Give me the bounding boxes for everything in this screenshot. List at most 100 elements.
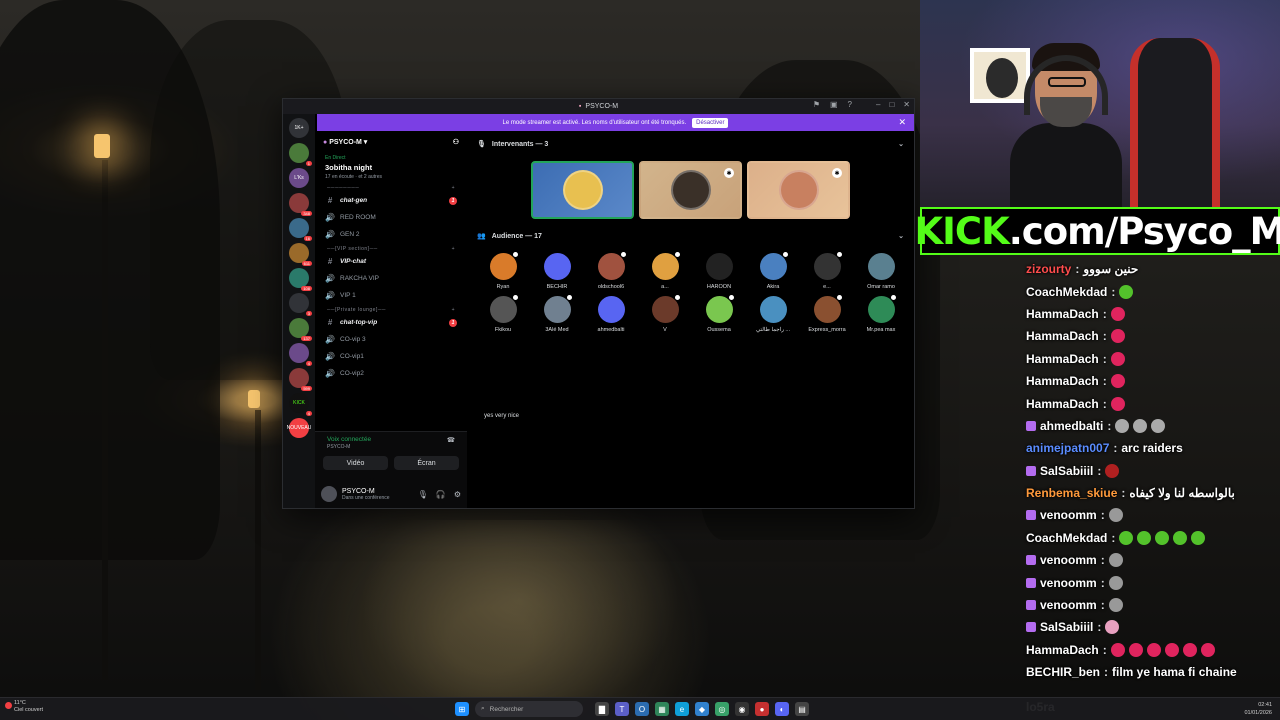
- disconnect-icon[interactable]: ☎: [447, 436, 455, 444]
- chat-username[interactable]: Renbema_skiue: [1026, 486, 1117, 500]
- chat-username[interactable]: venoomm: [1040, 576, 1097, 590]
- server-icon[interactable]: NOUVEAU: [287, 418, 311, 438]
- mic-icon[interactable]: 🎙: [418, 490, 428, 499]
- close-icon[interactable]: ✕: [903, 100, 910, 109]
- chevron-down-icon[interactable]: ⌄: [898, 140, 904, 148]
- chat-username[interactable]: HammaDach: [1026, 329, 1099, 343]
- taskbar-search[interactable]: ⌕ Rechercher: [475, 701, 583, 717]
- event-title[interactable]: 3obitha night: [315, 163, 467, 172]
- file-explorer-icon[interactable]: ▇: [595, 702, 609, 716]
- guild-header[interactable]: ● PSYCO-M ▾ ⚇: [315, 131, 467, 153]
- server-icon[interactable]: 108: [289, 268, 312, 291]
- audience-member[interactable]: HAROON: [692, 253, 746, 290]
- maximize-icon[interactable]: □: [889, 100, 894, 109]
- discord-icon[interactable]: ◐: [775, 702, 789, 716]
- audience-member[interactable]: 3Alé Med: [530, 294, 584, 333]
- chat-username[interactable]: CoachMekdad: [1026, 531, 1107, 545]
- audience-member[interactable]: V: [638, 294, 692, 333]
- speaker-tile[interactable]: [531, 161, 634, 219]
- chat-username[interactable]: HammaDach: [1026, 397, 1099, 411]
- audience-member[interactable]: e...: [800, 251, 854, 290]
- chat-username[interactable]: SalSabiiil: [1040, 464, 1093, 478]
- audience-member[interactable]: ahmedbalti: [584, 296, 638, 333]
- audience-member[interactable]: Akira: [746, 251, 800, 290]
- channel-item[interactable]: # chat-top-vip 1: [315, 314, 467, 331]
- chat-username[interactable]: HammaDach: [1026, 643, 1099, 657]
- inbox-icon[interactable]: ▣: [830, 100, 838, 109]
- chat-username[interactable]: venoomm: [1040, 553, 1097, 567]
- speaker-tile[interactable]: ✱: [747, 161, 850, 219]
- audience-member[interactable]: Fkikou: [476, 294, 530, 333]
- chat-username[interactable]: zizourty: [1026, 262, 1071, 276]
- server-icon[interactable]: 137: [289, 318, 312, 341]
- server-icon[interactable]: KICK 4: [289, 393, 312, 416]
- weather-widget[interactable]: 11°C Ciel couvert: [5, 700, 43, 714]
- disable-streamer-mode-button[interactable]: Désactiver: [692, 117, 729, 128]
- add-channel-icon[interactable]: +: [452, 185, 455, 191]
- screen-share-button[interactable]: Écran: [394, 456, 459, 470]
- chrome-icon[interactable]: ◎: [715, 702, 729, 716]
- audience-member[interactable]: a...: [638, 251, 692, 290]
- server-icon[interactable]: 4: [289, 343, 312, 366]
- app-icon-grey[interactable]: ▤: [795, 702, 809, 716]
- channel-item[interactable]: 🔊 CO-vip 3: [315, 331, 467, 348]
- chat-username[interactable]: CoachMekdad: [1026, 285, 1107, 299]
- chat-username[interactable]: venoomm: [1040, 598, 1097, 612]
- server-icon[interactable]: 599: [289, 368, 312, 391]
- outlook-icon[interactable]: O: [635, 702, 649, 716]
- add-channel-icon[interactable]: +: [452, 246, 455, 252]
- avatar[interactable]: [321, 486, 337, 502]
- app-icon-red[interactable]: ●: [755, 702, 769, 716]
- channel-item[interactable]: 🔊 VIP 1: [315, 287, 467, 304]
- channel-item[interactable]: 🔊 GEN 2: [315, 226, 467, 243]
- settings-gear-icon[interactable]: ⚙: [454, 490, 461, 499]
- banner-close-icon[interactable]: ✕: [898, 117, 906, 128]
- obs-icon[interactable]: ◉: [735, 702, 749, 716]
- audience-member[interactable]: Express_morra: [800, 294, 854, 333]
- audience-member[interactable]: Oussema: [692, 294, 746, 333]
- minimize-icon[interactable]: –: [876, 100, 880, 109]
- audience-member[interactable]: BECHIR: [530, 253, 584, 290]
- video-button[interactable]: Vidéo: [323, 456, 388, 470]
- add-member-icon[interactable]: ⚇: [453, 138, 459, 146]
- chat-username[interactable]: ahmedbalti: [1040, 419, 1103, 433]
- store-icon[interactable]: ▦: [655, 702, 669, 716]
- channel-item[interactable]: # chat-gen 1: [315, 192, 467, 209]
- server-icon[interactable]: 3: [289, 293, 312, 316]
- app-icon-blue[interactable]: ◆: [695, 702, 709, 716]
- chat-username[interactable]: BECHIR_ben: [1026, 665, 1100, 679]
- speakers-header[interactable]: 🎙 Intervenants — 3 ⌄: [467, 137, 914, 151]
- audience-member[interactable]: راجما طالتي ...: [746, 296, 800, 333]
- audience-member[interactable]: Omar ramo: [854, 253, 908, 290]
- channel-item[interactable]: # VIP-chat: [315, 253, 467, 270]
- server-icon[interactable]: 348: [289, 193, 312, 216]
- audience-member[interactable]: Ryan: [476, 251, 530, 290]
- channel-item[interactable]: 🔊 CO-vip1: [315, 348, 467, 365]
- chevron-down-icon[interactable]: ⌄: [898, 232, 904, 240]
- help-icon[interactable]: ?: [848, 100, 852, 109]
- server-icon[interactable]: 1K+: [289, 118, 309, 138]
- channel-item[interactable]: 🔊 CO-vip2: [315, 365, 467, 382]
- chat-username[interactable]: HammaDach: [1026, 352, 1099, 366]
- chat-username[interactable]: venoomm: [1040, 508, 1097, 522]
- channel-category[interactable]: ──────── +: [315, 182, 467, 192]
- server-icon[interactable]: L'Ks: [289, 168, 309, 188]
- channel-category[interactable]: ──[Private lounge]── +: [315, 304, 467, 314]
- chat-username[interactable]: SalSabiiil: [1040, 620, 1093, 634]
- channel-item[interactable]: 🔊 RAKCHA VIP: [315, 270, 467, 287]
- edge-icon[interactable]: e: [675, 702, 689, 716]
- teams-icon[interactable]: T: [615, 702, 629, 716]
- audience-header[interactable]: 👥 Audience — 17 ⌄: [467, 229, 914, 243]
- audience-member[interactable]: Mr.pea max: [854, 294, 908, 333]
- speaker-tile[interactable]: ✱: [639, 161, 742, 219]
- pin-icon[interactable]: ⚑: [813, 100, 820, 109]
- taskbar-clock[interactable]: 02:41 01/01/2026: [1244, 701, 1272, 717]
- server-icon[interactable]: 16: [289, 218, 312, 241]
- add-channel-icon[interactable]: +: [452, 307, 455, 313]
- chat-username[interactable]: HammaDach: [1026, 374, 1099, 388]
- channel-category[interactable]: ──[VIP section]── +: [315, 243, 467, 253]
- chat-username[interactable]: animejpatn007: [1026, 441, 1109, 455]
- chat-username[interactable]: HammaDach: [1026, 307, 1099, 321]
- channel-item[interactable]: 🔊 RED ROOM: [315, 209, 467, 226]
- server-icon[interactable]: 1: [289, 143, 312, 166]
